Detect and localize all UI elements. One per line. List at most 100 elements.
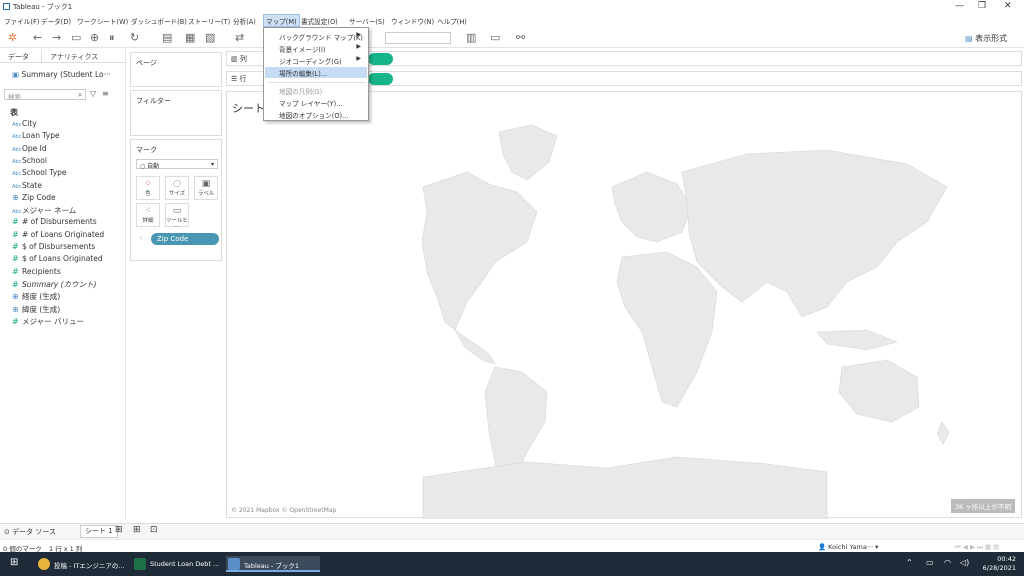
new-worksheet-icon[interactable]: ▤ (162, 31, 172, 44)
pause-updates-icon[interactable]: ⏸ (109, 31, 115, 45)
menu-story[interactable]: ストーリー(T) (188, 16, 230, 26)
taskbar-excel[interactable]: Student Loan Debt ... (132, 556, 222, 572)
tooltip-icon: ▭ (172, 206, 182, 216)
search-input[interactable]: 検索 (4, 89, 86, 101)
menu-map-layers[interactable]: マップ レイヤー(Y)... (265, 97, 367, 108)
system-clock[interactable]: 00:42 6/28/2021 (983, 555, 1016, 573)
field-item[interactable]: # メジャー バリュー (12, 316, 84, 327)
marks-title: マーク (136, 146, 157, 154)
data-source-item[interactable]: ▣ Summary (Student Lo··· (12, 70, 111, 79)
menu-data[interactable]: データ(D) (41, 16, 71, 26)
label-button[interactable]: ▣ ラベル (194, 176, 218, 200)
mark-type-select[interactable]: ○ 自動 ▾ (136, 159, 218, 170)
swap-icon[interactable]: ⇄ (235, 31, 244, 44)
menu-dashboard[interactable]: ダッシュボード(B) (131, 16, 187, 26)
presentation-icon[interactable]: ▭ (490, 31, 500, 44)
mark-type-value: 自動 (147, 163, 160, 170)
menu-edit-locations[interactable]: 場所の編集(L)... (265, 67, 367, 78)
zip-code-pill[interactable]: Zip Code (151, 233, 219, 245)
filters-card[interactable]: フィルター (130, 90, 222, 136)
minimize-button[interactable]: — (955, 1, 964, 11)
field-item[interactable]: # # of Disbursements (12, 217, 97, 226)
sheet-navigation[interactable]: ⏮ ◀ ▶ ⏭ ▦ ▤ (955, 543, 999, 552)
view-options-icon[interactable]: ≡ (102, 89, 109, 98)
menu-format[interactable]: 書式設定(O) (301, 16, 338, 26)
unknown-locations-badge[interactable]: 3K ヶ所以上が不明 (951, 499, 1015, 513)
field-item[interactable]: Abcメジャー ネーム (12, 205, 76, 216)
field-item[interactable]: # Recipients (12, 267, 61, 276)
show-me-button[interactable]: ▤ 表示形式 (965, 33, 1007, 44)
field-item[interactable]: ⊕ Zip Code (12, 193, 56, 202)
tableau-start-icon[interactable]: ✲ (8, 31, 17, 44)
map-view[interactable]: シート © 2021 Mapbox © OpenStreetMap 3K ヶ所以… (226, 91, 1022, 519)
field-item[interactable]: # Summary (カウント) (12, 279, 96, 290)
taskbar-excel-label: Student Loan Debt ... (150, 560, 220, 568)
restore-button[interactable]: ❐ (978, 1, 986, 11)
field-item[interactable]: # # of Loans Originated (12, 230, 104, 239)
rows-icon: ☰ (231, 75, 240, 83)
field-item[interactable]: # $ of Loans Originated (12, 254, 103, 263)
latitude-pill[interactable] (368, 73, 393, 85)
new-story-icon[interactable]: ⊡ (150, 525, 158, 535)
search-icon[interactable]: ⌕ (78, 90, 82, 100)
field-item[interactable]: AbcOpe Id (12, 144, 47, 153)
color-button[interactable]: ⁘ 色 (136, 176, 160, 200)
field-item[interactable]: AbcLoan Type (12, 131, 60, 140)
field-item[interactable]: ⊕ 緯度 (生成) (12, 304, 60, 315)
field-item[interactable]: AbcSchool Type (12, 168, 67, 177)
wifi-icon[interactable]: ◠ (944, 558, 951, 567)
back-icon[interactable]: ← (33, 31, 42, 44)
field-item[interactable]: AbcCity (12, 119, 37, 128)
field-item[interactable]: # $ of Disbursements (12, 242, 95, 251)
forward-icon[interactable]: → (52, 31, 61, 44)
submenu-arrow-icon: ▶ (356, 31, 361, 38)
tooltip-button[interactable]: ▭ ツールヒ··· (165, 203, 189, 230)
menu-worksheet[interactable]: ワークシート(W) (77, 16, 128, 26)
menu-geocoding[interactable]: ジオコーディング(G) ▶ (265, 55, 367, 66)
tab-data-source-label: データ ソース (12, 528, 56, 536)
add-datasource-icon[interactable]: ⊕ (90, 31, 99, 44)
tab-analytics[interactable]: アナリティクス (42, 49, 126, 63)
volume-icon[interactable]: ◁) (960, 558, 969, 567)
tab-data-source[interactable]: ⊙ データ ソース (4, 527, 56, 537)
taskbar-chrome[interactable]: 投稿 - ITエンジニアの... (36, 556, 128, 572)
field-label: Recipients (22, 266, 61, 276)
duplicate-icon[interactable]: ▦ (185, 31, 195, 44)
fit-selector[interactable] (385, 32, 451, 44)
tray-chevron-icon[interactable]: ⌃ (906, 558, 913, 567)
menu-map[interactable]: マップ(M) (263, 14, 300, 27)
menu-background-maps[interactable]: バックグラウンド マップ(K) ▶ (265, 31, 367, 42)
menu-help[interactable]: ヘルプ(H) (437, 16, 467, 26)
detail-button[interactable]: ⁖ 詳細 (136, 203, 160, 227)
filter-icon[interactable]: ▽ (90, 89, 96, 98)
share-icon[interactable]: ⚯ (516, 31, 525, 44)
battery-icon[interactable]: ▭ (926, 558, 934, 567)
tab-sheet1[interactable]: シート 1 (80, 525, 118, 538)
refresh-icon[interactable]: ↻ (130, 31, 139, 44)
size-label: サイズ (168, 191, 186, 197)
field-item[interactable]: AbcSchool (12, 156, 47, 165)
field-item[interactable]: AbcState (12, 181, 42, 190)
menu-background-images[interactable]: 背景イメージ(I) ▶ (265, 43, 367, 54)
pages-card[interactable]: ページ (130, 52, 222, 87)
size-button[interactable]: ◌ サイズ (165, 176, 189, 200)
new-sheet-icon[interactable]: ⊞ (115, 525, 123, 535)
menu-window[interactable]: ウィンドウ(N) (391, 16, 434, 26)
menu-server[interactable]: サーバー(S) (349, 16, 385, 26)
new-dashboard-icon[interactable]: ⊞ (133, 525, 141, 535)
close-button[interactable]: ✕ (1004, 1, 1012, 11)
taskbar-tableau[interactable]: Tableau - ブック1 (226, 556, 320, 572)
user-menu[interactable]: 👤 Koichi Yama··· ▾ (818, 543, 878, 551)
menu-analysis[interactable]: 分析(A) (233, 16, 256, 26)
menu-bar: ファイル(F) データ(D) ワークシート(W) ダッシュボード(B) ストーリ… (0, 14, 1024, 27)
tab-data[interactable]: データ (0, 49, 42, 63)
labels-icon[interactable]: ▥ (466, 31, 476, 44)
clear-sheet-icon[interactable]: ▧ (205, 31, 215, 44)
menu-map-options[interactable]: 地図のオプション(O)... (265, 109, 367, 120)
windows-start-icon[interactable]: ⊞ (10, 557, 18, 568)
menu-file[interactable]: ファイル(F) (4, 16, 39, 26)
menu-separator (268, 82, 366, 83)
field-item[interactable]: ⊕ 経度 (生成) (12, 291, 60, 302)
longitude-pill[interactable] (368, 53, 393, 65)
save-icon[interactable]: ▭ (71, 31, 81, 44)
